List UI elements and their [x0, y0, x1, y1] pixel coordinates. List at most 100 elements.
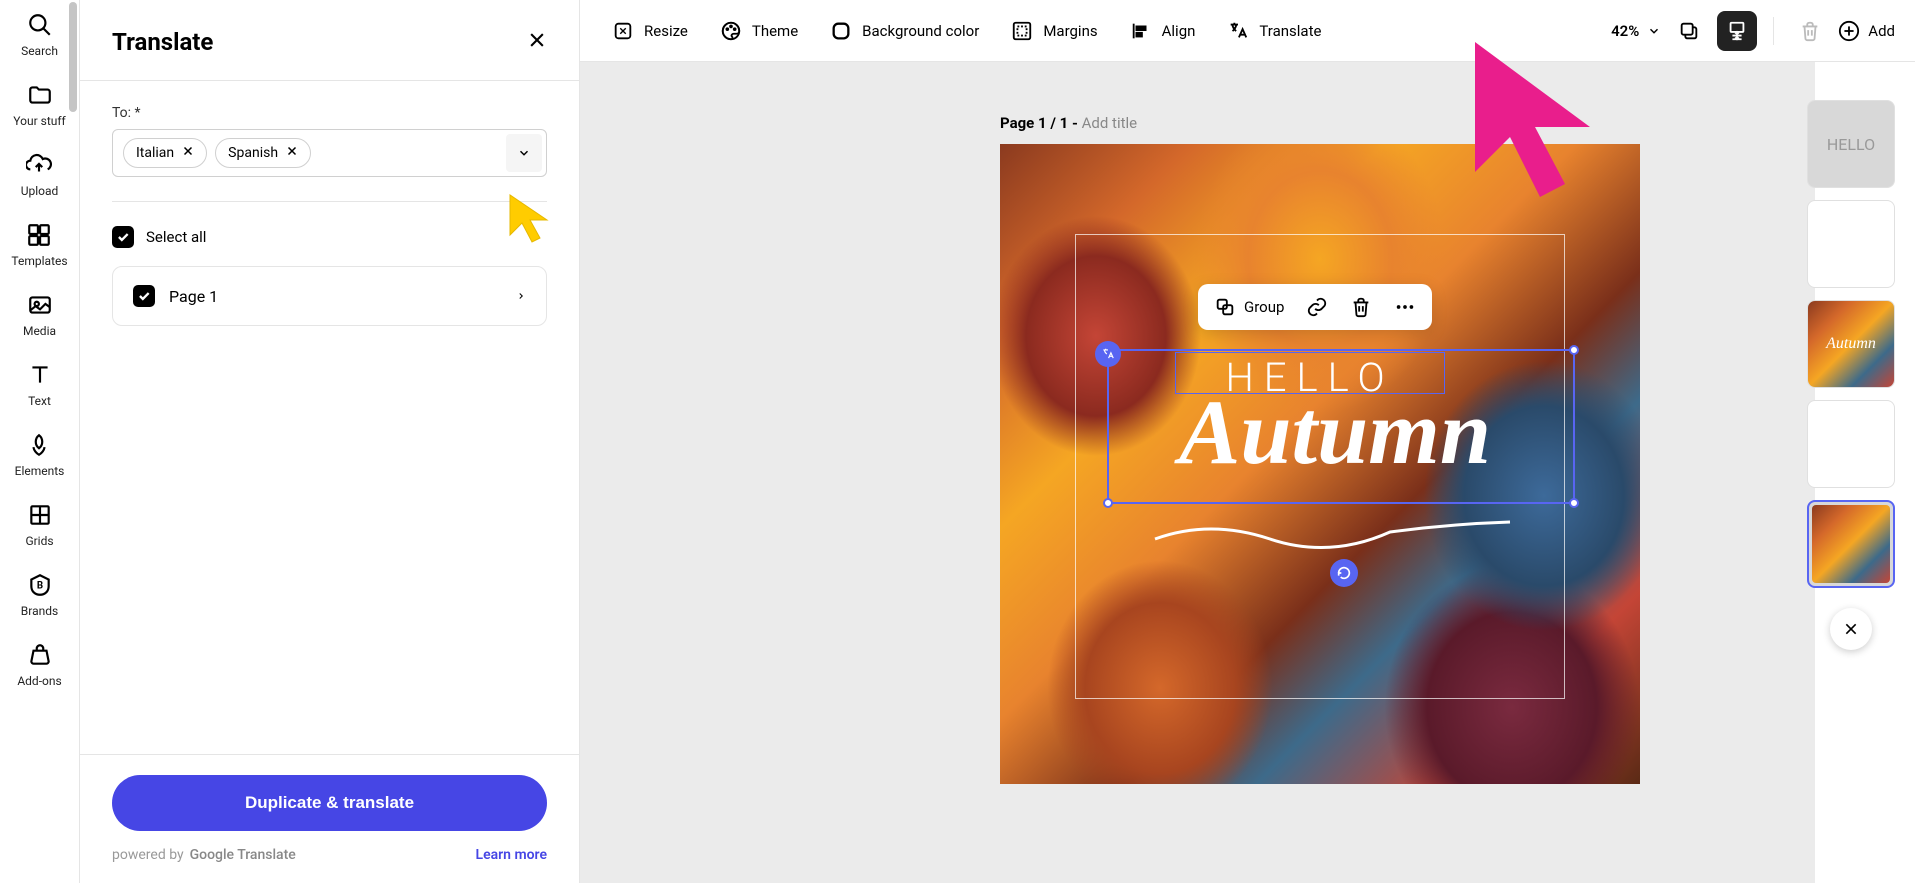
- translate-body: To: * Italian Spanish Sele: [80, 81, 579, 754]
- learn-more-link[interactable]: Learn more: [476, 847, 547, 863]
- to-label: To: *: [112, 105, 547, 121]
- select-all-row: Select all: [112, 226, 547, 248]
- group-label: Group: [1244, 298, 1284, 316]
- canvas-area[interactable]: Page 1 / 1 - Add title HELLO Autumn Grou…: [580, 62, 1815, 883]
- selection-handle-br[interactable]: [1569, 498, 1579, 508]
- nav-your-stuff[interactable]: Your stuff: [13, 82, 65, 128]
- margins-label: Margins: [1043, 22, 1097, 40]
- align-button[interactable]: Align: [1118, 12, 1208, 50]
- page-thumbnails-button[interactable]: [1717, 11, 1757, 51]
- google-translate-logo: Google Translate: [190, 847, 296, 863]
- page-1-label: Page 1: [169, 287, 218, 306]
- page-thumbnails-panel: HELLO Autumn: [1807, 100, 1895, 650]
- thumbnail-5-image: [1812, 505, 1890, 583]
- align-label: Align: [1162, 22, 1196, 40]
- swoosh-decoration: [1150, 514, 1520, 554]
- powered-row: powered by Google Translate Learn more: [112, 847, 547, 863]
- nav-brands-label: Brands: [21, 604, 58, 618]
- svg-text:B: B: [36, 580, 42, 591]
- close-panel-button[interactable]: [527, 30, 547, 55]
- lang-chip-italian-label: Italian: [136, 145, 174, 161]
- nav-search[interactable]: Search: [21, 12, 58, 58]
- divider: [112, 201, 547, 202]
- remove-italian-button[interactable]: [182, 145, 194, 161]
- language-dropdown-button[interactable]: [506, 134, 542, 172]
- nav-grids[interactable]: Grids: [25, 502, 53, 548]
- translate-footer: Duplicate & translate powered by Google …: [80, 754, 579, 883]
- translate-button[interactable]: Translate: [1215, 12, 1333, 50]
- scrollbar-thumb[interactable]: [69, 2, 77, 112]
- rotate-handle[interactable]: [1330, 559, 1358, 587]
- resize-button[interactable]: Resize: [600, 12, 700, 50]
- group-button[interactable]: Group: [1214, 296, 1284, 318]
- close-thumbnails-button[interactable]: [1830, 608, 1872, 650]
- delete-button[interactable]: [1790, 11, 1830, 51]
- translate-label: Translate: [1259, 22, 1321, 40]
- nav-elements-label: Elements: [15, 464, 65, 478]
- thumbnail-1[interactable]: HELLO: [1807, 100, 1895, 188]
- nav-templates[interactable]: Templates: [11, 222, 67, 268]
- thumbnail-2[interactable]: [1807, 200, 1895, 288]
- add-page-button[interactable]: Add: [1838, 20, 1895, 42]
- nav-templates-label: Templates: [11, 254, 67, 268]
- nav-media[interactable]: Media: [23, 292, 56, 338]
- delete-element-button[interactable]: [1350, 296, 1372, 318]
- page-info: Page 1 / 1 - Add title: [1000, 114, 1137, 132]
- toolbar-divider: [1773, 17, 1774, 45]
- margins-button[interactable]: Margins: [999, 12, 1109, 50]
- more-options-button[interactable]: [1394, 296, 1416, 318]
- nav-elements[interactable]: Elements: [15, 432, 65, 478]
- lang-chip-spanish: Spanish: [215, 138, 311, 168]
- translate-header: Translate: [80, 0, 579, 81]
- inner-selection-box[interactable]: [1107, 349, 1575, 504]
- remove-spanish-button[interactable]: [286, 145, 298, 161]
- canvas-page[interactable]: HELLO Autumn Group: [1000, 144, 1640, 784]
- theme-label: Theme: [752, 22, 798, 40]
- chevron-right-icon: [516, 288, 526, 304]
- floating-toolbar: Group: [1198, 284, 1432, 330]
- nav-upload[interactable]: Upload: [21, 152, 59, 198]
- nav-text[interactable]: Text: [27, 362, 53, 408]
- selection-handle-bl[interactable]: [1103, 498, 1113, 508]
- translate-title: Translate: [112, 28, 213, 56]
- nav-brands[interactable]: B Brands: [21, 572, 58, 618]
- nav-upload-label: Upload: [21, 184, 59, 198]
- translate-badge-icon[interactable]: [1095, 341, 1121, 367]
- page-1-row[interactable]: Page 1: [112, 266, 547, 326]
- select-all-label: Select all: [146, 228, 206, 246]
- lang-chip-spanish-label: Spanish: [228, 145, 278, 161]
- background-color-button[interactable]: Background color: [818, 12, 991, 50]
- resize-label: Resize: [644, 22, 688, 40]
- thumbnail-3-text: Autumn: [1826, 335, 1876, 353]
- layers-button[interactable]: [1669, 11, 1709, 51]
- thumbnail-3[interactable]: Autumn: [1807, 300, 1895, 388]
- nav-text-label: Text: [28, 394, 51, 408]
- page-info-prefix: Page 1 / 1 -: [1000, 114, 1082, 132]
- language-select[interactable]: Italian Spanish: [112, 129, 547, 177]
- nav-addons[interactable]: Add-ons: [17, 642, 61, 688]
- powered-by-label: powered by: [112, 847, 184, 863]
- zoom-value: 42%: [1611, 22, 1639, 40]
- link-button[interactable]: [1306, 296, 1328, 318]
- nav-grids-label: Grids: [25, 534, 53, 548]
- zoom-control[interactable]: 42%: [1611, 22, 1661, 40]
- add-label: Add: [1868, 22, 1895, 40]
- duplicate-translate-button[interactable]: Duplicate & translate: [112, 775, 547, 831]
- translate-panel: Translate To: * Italian Spanish: [80, 0, 580, 883]
- top-toolbar: Resize Theme Background color Margins Al…: [580, 0, 1915, 62]
- selection-handle-tr[interactable]: [1569, 345, 1579, 355]
- select-all-checkbox[interactable]: [112, 226, 134, 248]
- left-nav-sidebar: Search Your stuff Upload Templates Media…: [0, 0, 80, 883]
- nav-your-stuff-label: Your stuff: [13, 114, 65, 128]
- page-1-checkbox[interactable]: [133, 285, 155, 307]
- add-title-placeholder[interactable]: Add title: [1082, 114, 1138, 132]
- nav-media-label: Media: [23, 324, 56, 338]
- powered-by-text: powered by Google Translate: [112, 847, 296, 863]
- thumbnail-4[interactable]: [1807, 400, 1895, 488]
- nav-addons-label: Add-ons: [17, 674, 61, 688]
- background-color-label: Background color: [862, 22, 979, 40]
- thumbnail-1-text: HELLO: [1827, 135, 1875, 154]
- nav-search-label: Search: [21, 44, 58, 58]
- thumbnail-5[interactable]: [1807, 500, 1895, 588]
- theme-button[interactable]: Theme: [708, 12, 810, 50]
